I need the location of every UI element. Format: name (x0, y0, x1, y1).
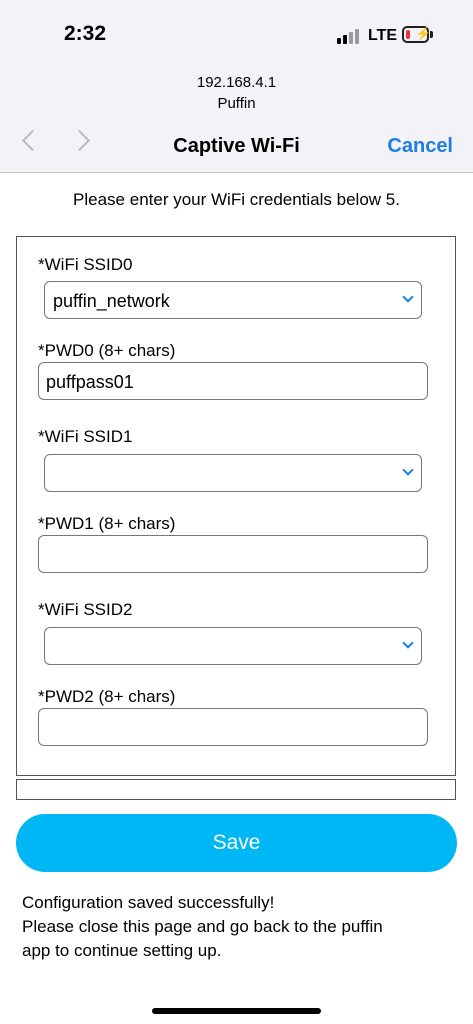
message-line: Configuration saved successfully! (22, 893, 275, 912)
chevron-down-icon (402, 291, 414, 303)
pwd1-input[interactable] (38, 535, 428, 573)
browser-header: 2:32 LTE ⚡ 192.168.4.1 Puffin Captive Wi… (0, 0, 473, 173)
ssid1-label: *WiFi SSID1 (38, 427, 133, 446)
ssid0-label: *WiFi SSID0 (38, 255, 133, 274)
battery-fill (406, 30, 410, 39)
ssid1-select[interactable] (44, 454, 422, 492)
app-name: Puffin (217, 95, 256, 112)
message-line: app to continue setting up. (22, 941, 222, 960)
pwd2-label: *PWD2 (8+ chars) (38, 687, 176, 706)
pwd0-label: *PWD0 (8+ chars) (38, 341, 176, 360)
home-indicator[interactable] (152, 1008, 321, 1014)
ssid2-select[interactable] (44, 627, 422, 665)
battery-cap (430, 31, 433, 38)
status-time: 2:32 (64, 22, 107, 45)
page-host: 192.168.4.1 (196, 74, 277, 91)
form-footer-strip (16, 779, 456, 800)
pwd1-label: *PWD1 (8+ chars) (38, 514, 176, 533)
bolt-icon: ⚡ (415, 26, 432, 41)
pwd2-input[interactable] (38, 708, 428, 746)
battery-icon: ⚡ (402, 26, 432, 43)
ssid0-select[interactable]: puffin_network (44, 281, 422, 319)
chevron-down-icon (402, 637, 414, 649)
pwd0-input[interactable]: puffpass01 (38, 362, 428, 400)
message-line: Please close this page and go back to th… (22, 917, 383, 936)
status-message: Configuration saved successfully! Please… (22, 891, 452, 963)
chevron-down-icon (402, 464, 414, 476)
signal-icon (337, 28, 361, 44)
ssid2-label: *WiFi SSID2 (38, 600, 133, 619)
network-type: LTE (368, 27, 398, 44)
intro-text: Please enter your WiFi credentials below… (73, 190, 400, 209)
ssid0-value: puffin_network (53, 291, 170, 311)
cancel-button[interactable]: Cancel (387, 135, 453, 158)
save-button[interactable]: Save (16, 814, 457, 872)
